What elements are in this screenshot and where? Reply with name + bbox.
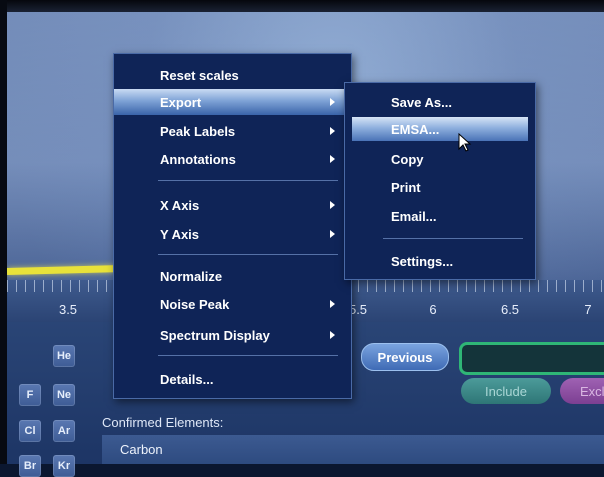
mouse-cursor-icon [458, 133, 472, 152]
submenu-item-print[interactable]: Print [345, 175, 535, 199]
submenu-item-copy[interactable]: Copy [345, 147, 535, 171]
menu-item-noise-peak[interactable]: Noise Peak [114, 291, 351, 317]
submenu-item-label: Settings... [391, 254, 454, 269]
element-tile-he[interactable]: He [53, 345, 75, 367]
element-input-field[interactable] [459, 342, 604, 375]
menu-item-reset-scales[interactable]: Reset scales [114, 62, 351, 88]
menu-separator [158, 254, 338, 255]
menu-item-label: Export [160, 95, 202, 110]
menu-item-label: Spectrum Display [160, 328, 270, 343]
confirmed-element-name: Carbon [120, 442, 163, 457]
element-tile-f[interactable]: F [19, 384, 41, 406]
menu-item-label: Annotations [160, 152, 236, 167]
confirmed-element-row[interactable]: Carbon [102, 435, 604, 464]
element-tile-cl[interactable]: Cl [19, 420, 41, 442]
menu-item-label: X Axis [160, 198, 200, 213]
menu-item-label: Peak Labels [160, 124, 236, 139]
submenu-item-email[interactable]: Email... [345, 204, 535, 228]
submenu-item-settings[interactable]: Settings... [345, 249, 535, 273]
export-submenu: Save As... EMSA... Copy Print Email... S… [344, 82, 536, 280]
menu-item-label: Details... [160, 372, 214, 387]
menu-item-label: Normalize [160, 269, 223, 284]
menu-item-label: Reset scales [160, 68, 239, 83]
x-tick-label: 7 [584, 302, 592, 317]
element-tile-br[interactable]: Br [19, 455, 41, 477]
submenu-item-label: Save As... [391, 95, 452, 110]
menu-item-spectrum-display[interactable]: Spectrum Display [114, 322, 351, 348]
monitor-bezel [0, 0, 604, 12]
menu-item-label: Y Axis [160, 227, 200, 242]
submenu-arrow-icon [330, 300, 335, 308]
menu-separator [158, 180, 338, 181]
menu-item-y-axis[interactable]: Y Axis [114, 221, 351, 247]
submenu-arrow-icon [330, 127, 335, 135]
monitor-bezel-left [0, 0, 7, 464]
menu-item-normalize[interactable]: Normalize [114, 263, 351, 289]
include-button[interactable]: Include [461, 378, 551, 404]
submenu-arrow-icon [330, 230, 335, 238]
menu-item-export[interactable]: Export [114, 89, 351, 115]
submenu-item-label: Email... [391, 209, 437, 224]
x-tick-label: 3.5 [58, 302, 78, 317]
submenu-arrow-icon [330, 155, 335, 163]
menu-item-peak-labels[interactable]: Peak Labels [114, 118, 351, 144]
submenu-arrow-icon [330, 331, 335, 339]
element-tile-ne[interactable]: Ne [53, 384, 75, 406]
exclude-button[interactable]: Excl [560, 378, 604, 404]
menu-item-label: Noise Peak [160, 297, 230, 312]
submenu-arrow-icon [330, 98, 335, 106]
submenu-item-label: Print [391, 180, 421, 195]
element-tile-ar[interactable]: Ar [53, 420, 75, 442]
element-tile-kr[interactable]: Kr [53, 455, 75, 477]
submenu-separator [383, 238, 523, 239]
menu-separator [158, 355, 338, 356]
submenu-item-emsa[interactable]: EMSA... [352, 117, 528, 141]
submenu-item-label: EMSA... [391, 122, 440, 137]
submenu-item-label: Copy [391, 152, 424, 167]
menu-item-x-axis[interactable]: X Axis [114, 192, 351, 218]
menu-item-annotations[interactable]: Annotations [114, 146, 351, 172]
previous-button[interactable]: Previous [361, 343, 449, 371]
submenu-item-save-as[interactable]: Save As... [345, 90, 535, 114]
confirmed-elements-label: Confirmed Elements: [102, 415, 224, 430]
submenu-arrow-icon [330, 201, 335, 209]
x-tick-label: 6.5 [500, 302, 520, 317]
context-menu: Reset scales Export Peak Labels Annotati… [113, 53, 352, 399]
menu-item-details[interactable]: Details... [114, 366, 351, 392]
x-tick-label: 6 [429, 302, 437, 317]
